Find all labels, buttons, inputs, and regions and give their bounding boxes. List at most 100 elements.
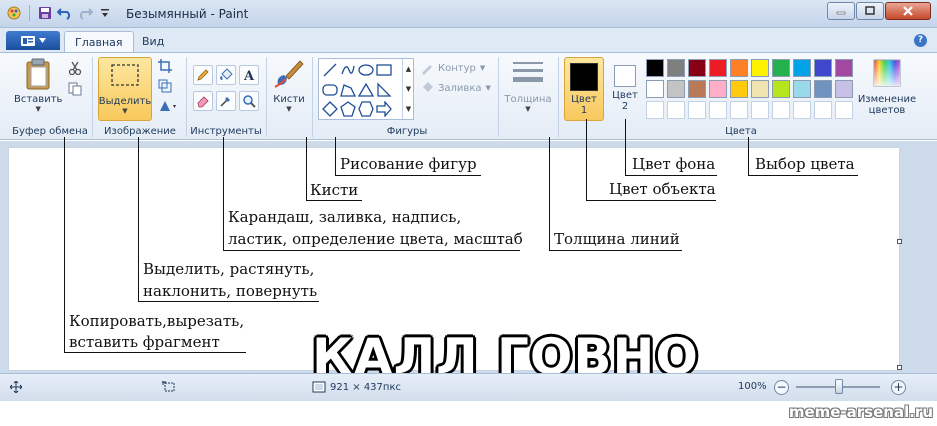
palette-swatch[interactable] xyxy=(688,80,706,98)
brushes-button[interactable]: Кисти ▼ xyxy=(272,57,306,113)
palette-swatch[interactable] xyxy=(730,80,748,98)
palette-swatch[interactable] xyxy=(688,101,706,119)
triangle-shape-icon[interactable] xyxy=(358,82,374,98)
rectangle-shape-icon[interactable] xyxy=(376,62,392,78)
hexagon-shape-icon[interactable] xyxy=(358,101,374,117)
pentagon-shape-icon[interactable] xyxy=(340,101,356,117)
curve-shape-icon[interactable] xyxy=(340,62,356,78)
color-palette xyxy=(646,59,853,119)
leader-line-tools xyxy=(223,137,224,250)
rounded-rectangle-shape-icon[interactable] xyxy=(322,82,338,98)
svg-text:A: A xyxy=(243,69,255,82)
shapes-scroll[interactable]: ▲ ▼ ▼ xyxy=(402,59,414,119)
customize-qat-icon[interactable] xyxy=(97,5,113,21)
polygon-shape-icon[interactable] xyxy=(340,82,356,98)
palette-swatch[interactable] xyxy=(793,80,811,98)
palette-swatch[interactable] xyxy=(793,101,811,119)
palette-swatch[interactable] xyxy=(772,101,790,119)
palette-swatch[interactable] xyxy=(814,80,832,98)
underline-shapes xyxy=(335,175,481,176)
resize-handle-right[interactable] xyxy=(897,239,902,244)
color2-button[interactable]: Цвет 2 xyxy=(605,57,645,121)
color-picker-icon[interactable] xyxy=(216,91,236,111)
help-icon[interactable]: ? xyxy=(914,34,927,47)
right-arrow-shape-icon[interactable] xyxy=(376,101,392,117)
zoom-slider-thumb[interactable] xyxy=(835,379,843,394)
shapes-gallery[interactable]: ▲ ▼ ▼ xyxy=(318,58,414,120)
pencil-tool-icon[interactable] xyxy=(193,65,213,85)
redo-icon[interactable] xyxy=(77,5,93,21)
application-menu-button[interactable] xyxy=(6,31,60,50)
line-width-icon xyxy=(513,62,543,82)
outline-button[interactable]: Контур ▼ xyxy=(420,61,485,75)
eraser-icon[interactable] xyxy=(193,91,213,111)
close-button[interactable] xyxy=(885,2,931,20)
maximize-button[interactable] xyxy=(856,2,884,20)
minimize-button[interactable] xyxy=(827,2,855,20)
tab-home[interactable]: Главная xyxy=(64,31,134,52)
oval-shape-icon[interactable] xyxy=(358,62,374,78)
palette-swatch[interactable] xyxy=(667,59,685,77)
palette-swatch[interactable] xyxy=(814,59,832,77)
cursor-position-icon xyxy=(10,381,22,393)
zoom-out-button[interactable]: − xyxy=(774,380,789,395)
gallery-expand-icon[interactable]: ▼ xyxy=(406,105,411,113)
palette-swatch[interactable] xyxy=(751,80,769,98)
annotation-object-color: Цвет объекта xyxy=(609,180,716,198)
select-dropdown-icon[interactable]: ▼ xyxy=(122,107,127,115)
palette-swatch[interactable] xyxy=(835,101,853,119)
palette-swatch[interactable] xyxy=(667,80,685,98)
copy-icon[interactable] xyxy=(66,80,84,98)
rotate-icon[interactable] xyxy=(156,97,180,115)
palette-swatch[interactable] xyxy=(793,59,811,77)
fill-button[interactable]: Заливка ▼ xyxy=(420,81,491,95)
palette-swatch[interactable] xyxy=(772,59,790,77)
palette-swatch[interactable] xyxy=(667,101,685,119)
size-button[interactable]: Толщина ▼ xyxy=(502,57,554,113)
line-shape-icon[interactable] xyxy=(322,62,338,78)
palette-swatch[interactable] xyxy=(709,59,727,77)
right-triangle-shape-icon[interactable] xyxy=(376,82,392,98)
edit-colors-label-2: цветов xyxy=(868,105,906,116)
paint-app-icon[interactable] xyxy=(6,5,22,21)
crop-icon[interactable] xyxy=(156,57,174,75)
brushes-dropdown-icon[interactable]: ▼ xyxy=(286,105,291,113)
color1-label: Цвет xyxy=(571,94,597,105)
scroll-up-icon[interactable]: ▲ xyxy=(406,65,411,73)
text-tool-icon[interactable]: A xyxy=(239,65,259,85)
resize-handle-corner[interactable] xyxy=(897,365,902,370)
select-button[interactable]: Выделить ▼ xyxy=(98,57,152,121)
palette-swatch[interactable] xyxy=(646,80,664,98)
chevron-down-icon xyxy=(38,38,46,43)
palette-swatch[interactable] xyxy=(814,101,832,119)
palette-swatch[interactable] xyxy=(646,59,664,77)
scroll-down-icon[interactable]: ▼ xyxy=(406,85,411,93)
tab-view[interactable]: Вид xyxy=(132,31,174,52)
palette-swatch[interactable] xyxy=(751,101,769,119)
paste-dropdown-icon[interactable]: ▼ xyxy=(36,105,41,113)
resize-icon[interactable] xyxy=(156,77,174,95)
edit-colors-button[interactable]: Изменение цветов xyxy=(856,57,918,116)
underline-palette xyxy=(748,175,858,176)
fill-bucket-icon[interactable] xyxy=(216,65,236,85)
magnifier-icon[interactable] xyxy=(239,91,259,111)
palette-swatch[interactable] xyxy=(646,101,664,119)
palette-swatch[interactable] xyxy=(835,80,853,98)
palette-swatch[interactable] xyxy=(730,101,748,119)
palette-swatch[interactable] xyxy=(709,80,727,98)
cut-icon[interactable] xyxy=(66,59,84,77)
annotation-clipboard-line1: Копировать,вырезать, xyxy=(69,312,245,330)
paste-button[interactable]: Вставить ▼ xyxy=(14,57,62,113)
save-icon[interactable] xyxy=(37,5,53,21)
palette-swatch[interactable] xyxy=(730,59,748,77)
palette-swatch[interactable] xyxy=(709,101,727,119)
undo-icon[interactable] xyxy=(57,5,73,21)
diamond-shape-icon[interactable] xyxy=(322,101,338,117)
palette-swatch[interactable] xyxy=(688,59,706,77)
palette-swatch[interactable] xyxy=(751,59,769,77)
palette-swatch[interactable] xyxy=(835,59,853,77)
shapes-group-label: Фигуры xyxy=(386,126,428,137)
color1-button[interactable]: Цвет 1 xyxy=(564,57,604,121)
zoom-in-button[interactable]: + xyxy=(891,380,906,395)
palette-swatch[interactable] xyxy=(772,80,790,98)
